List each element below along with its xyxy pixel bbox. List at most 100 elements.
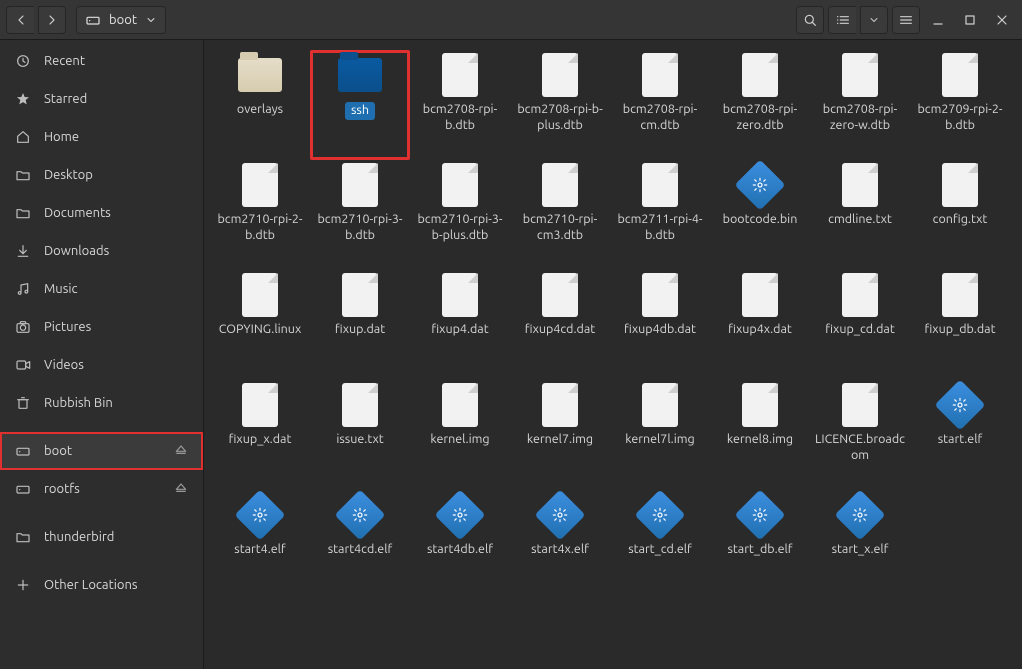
folder-icon [238,58,282,92]
file-item[interactable]: start_cd.elf [610,490,710,600]
file-item[interactable]: fixup_db.dat [910,270,1010,380]
file-item[interactable]: overlays [210,50,310,160]
file-item[interactable]: kernel8.img [710,380,810,490]
file-item[interactable]: bcm2710-rpi-3-b.dtb [310,160,410,270]
file-icon [442,163,478,207]
file-item[interactable]: start4cd.elf [310,490,410,600]
file-label: fixup_x.dat [229,432,292,448]
file-item[interactable]: bcm2709-rpi-2-b.dtb [910,50,1010,160]
file-label: bcm2710-rpi-3-b.dtb [314,212,406,243]
file-label: start_cd.elf [628,542,692,558]
file-label: fixup.dat [335,322,385,338]
file-label: bcm2708-rpi-zero.dtb [714,102,806,133]
sidebar-item-label: Other Locations [44,578,138,592]
file-label: bcm2709-rpi-2-b.dtb [914,102,1006,133]
sidebar-item-thunderbird[interactable]: thunderbird [0,518,203,556]
file-item[interactable]: kernel7.img [510,380,610,490]
hamburger-menu-button[interactable] [892,6,920,34]
sidebar-item-label: Rubbish Bin [44,396,113,410]
file-item[interactable]: bcm2711-rpi-4-b.dtb [610,160,710,270]
window-close-button[interactable] [988,6,1016,34]
file-item[interactable]: bcm2708-rpi-b.dtb [410,50,510,160]
file-label: issue.txt [336,432,383,448]
file-label: fixup4db.dat [624,322,696,338]
file-icon [542,53,578,97]
icon-view[interactable]: overlayssshbcm2708-rpi-b.dtb bcm2708-rpi-… [204,40,1022,669]
file-icon [442,273,478,317]
file-item[interactable]: bcm2708-rpi-cm.dtb [610,50,710,160]
drive-icon [85,12,101,28]
file-item[interactable]: COPYING.linux [210,270,310,380]
nav-back-button[interactable] [6,6,34,34]
file-label: bcm2708-rpi-b-plus.dtb [514,102,606,133]
sidebar-item-videos[interactable]: Videos [0,346,203,384]
file-icon [542,273,578,317]
file-label: start4x.elf [531,542,589,558]
drive-icon [14,481,32,497]
file-icon [342,163,378,207]
file-item[interactable]: kernel7l.img [610,380,710,490]
file-label: bcm2710-rpi-3-b-plus.dtb [414,212,506,243]
file-item[interactable]: start4.elf [210,490,310,600]
sidebar-item-pictures[interactable]: Pictures [0,308,203,346]
file-item[interactable]: bcm2710-rpi-cm3.dtb [510,160,610,270]
file-item[interactable]: bcm2708-rpi-b-plus.dtb [510,50,610,160]
file-item[interactable]: fixup4cd.dat [510,270,610,380]
sidebar-item-music[interactable]: Music [0,270,203,308]
sidebar-item-desktop[interactable]: Desktop [0,156,203,194]
file-item[interactable]: fixup.dat [310,270,410,380]
chevron-right-icon [44,12,60,28]
file-item[interactable]: fixup4db.dat [610,270,710,380]
file-icon [342,273,378,317]
file-icon [642,273,678,317]
close-icon [994,12,1010,28]
search-button[interactable] [796,6,824,34]
window-maximize-button[interactable] [956,6,984,34]
sidebar-item-rubbish-bin[interactable]: Rubbish Bin [0,384,203,422]
file-item[interactable]: bootcode.bin [710,160,810,270]
file-item[interactable]: start4x.elf [510,490,610,600]
executable-icon [335,490,386,541]
sidebar-item-rootfs[interactable]: rootfs [0,470,203,508]
sidebar-item-downloads[interactable]: Downloads [0,232,203,270]
file-item[interactable]: bcm2708-rpi-zero-w.dtb [810,50,910,160]
path-bar[interactable]: boot [76,6,166,34]
sidebar-item-other-locations[interactable]: Other Locations [0,566,203,604]
headerbar: boot [0,0,1022,40]
file-label: bcm2708-rpi-b.dtb [414,102,506,133]
file-item[interactable]: issue.txt [310,380,410,490]
file-item[interactable]: bcm2710-rpi-2-b.dtb [210,160,310,270]
file-item[interactable]: fixup4x.dat [710,270,810,380]
view-list-button[interactable] [828,6,856,34]
file-item[interactable]: fixup4.dat [410,270,510,380]
file-item[interactable]: kernel.img [410,380,510,490]
trash-icon [14,395,32,411]
file-item[interactable]: config.txt [910,160,1010,270]
sidebar-item-documents[interactable]: Documents [0,194,203,232]
folder-icon [14,167,32,183]
file-item[interactable]: start_db.elf [710,490,810,600]
file-item[interactable]: start.elf [910,380,1010,490]
file-item[interactable]: bcm2710-rpi-3-b-plus.dtb [410,160,510,270]
file-item[interactable]: start4db.elf [410,490,510,600]
file-label: kernel.img [430,432,489,448]
sidebar-item-home[interactable]: Home [0,118,203,156]
window-minimize-button[interactable] [924,6,952,34]
minimize-icon [930,12,946,28]
file-item[interactable]: LICENCE.broadcom [810,380,910,490]
view-options-button[interactable] [860,6,888,34]
file-item[interactable]: fixup_cd.dat [810,270,910,380]
eject-button[interactable] [173,442,189,461]
sidebar-item-recent[interactable]: Recent [0,42,203,80]
file-item[interactable]: bcm2708-rpi-zero.dtb [710,50,810,160]
file-item[interactable]: cmdline.txt [810,160,910,270]
file-item[interactable]: fixup_x.dat [210,380,310,490]
executable-icon [635,490,686,541]
sidebar-item-boot[interactable]: boot [0,432,203,470]
eject-button[interactable] [173,480,189,499]
file-item[interactable]: start_x.elf [810,490,910,600]
nav-forward-button[interactable] [38,6,66,34]
file-item[interactable]: ssh [310,50,410,160]
sidebar-item-starred[interactable]: Starred [0,80,203,118]
file-label: bootcode.bin [723,212,798,228]
